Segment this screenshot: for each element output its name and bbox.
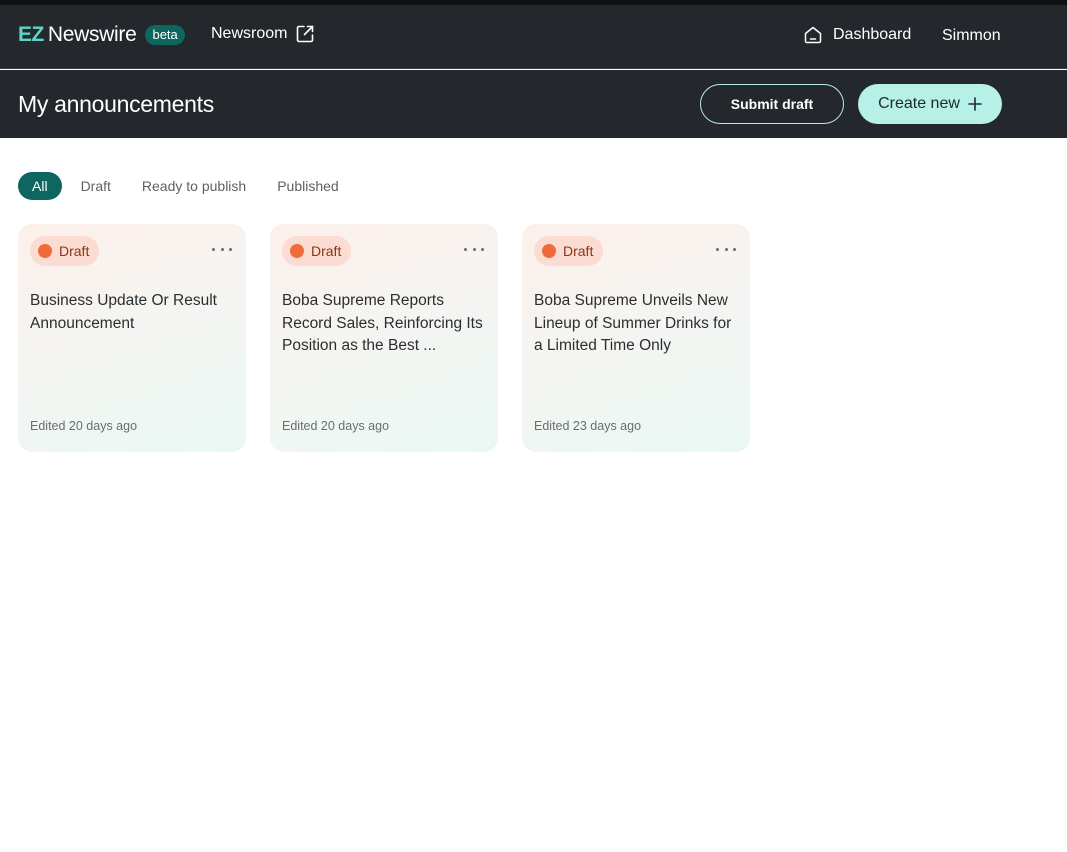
home-icon [804, 26, 822, 44]
status-badge: Draft [534, 236, 604, 266]
filter-published[interactable]: Published [277, 178, 339, 194]
more-horizontal-icon[interactable] [212, 242, 232, 256]
more-horizontal-icon[interactable] [716, 242, 736, 256]
newsroom-label: Newsroom [211, 25, 288, 42]
status-dot [542, 244, 556, 258]
logo-ez: EZ [18, 23, 44, 46]
status-label: Draft [59, 243, 90, 259]
status-dot [290, 244, 304, 258]
filter-draft[interactable]: Draft [81, 178, 111, 194]
filter-all[interactable]: All [18, 171, 62, 200]
card-title: Boba Supreme Unveils New Lineup of Summe… [534, 292, 732, 354]
user-menu[interactable]: Simmon [942, 27, 1001, 45]
card-edited-time: Edited 20 days ago [282, 419, 390, 433]
card-title: Boba Supreme Reports Record Sales, Reinf… [282, 292, 483, 354]
filter-ready-to-publish[interactable]: Ready to publish [142, 178, 246, 194]
status-badge: Draft [282, 236, 352, 266]
announcement-card[interactable]: Draft Boba Supreme Reports Record Sales,… [270, 224, 498, 452]
status-dot [38, 244, 52, 258]
announcement-card[interactable]: Draft Business Update Or Result Announce… [18, 224, 246, 452]
create-new-button[interactable]: Create new [858, 84, 1002, 124]
status-label: Draft [563, 243, 594, 259]
card-edited-time: Edited 20 days ago [30, 419, 138, 433]
external-link-icon [297, 25, 314, 43]
card-title: Business Update Or Result Announcement [30, 292, 217, 332]
status-filter-tabs: All Draft Ready to publish Published [18, 171, 370, 200]
logo-name: Newswire [47, 23, 137, 46]
status-badge: Draft [30, 236, 100, 266]
plus-icon [968, 97, 982, 111]
card-edited-time: Edited 23 days ago [534, 419, 642, 433]
page-header: My announcements Submit draft Create new [0, 70, 1067, 138]
logo[interactable]: EZ Newswire beta [18, 23, 185, 47]
dashboard-label: Dashboard [833, 26, 912, 43]
more-horizontal-icon[interactable] [464, 242, 484, 256]
status-label: Draft [311, 243, 342, 259]
announcement-card[interactable]: Draft Boba Supreme Unveils New Lineup of… [522, 224, 750, 452]
top-navbar: EZ Newswire beta Newsroom Dashboard Simm… [0, 5, 1067, 69]
newsroom-link[interactable]: Newsroom [211, 24, 315, 44]
create-new-label: Create new [878, 95, 960, 112]
beta-badge: beta [145, 25, 185, 45]
page-title: My announcements [18, 91, 214, 117]
dashboard-link[interactable]: Dashboard [803, 25, 911, 45]
submit-draft-button[interactable]: Submit draft [700, 84, 844, 124]
